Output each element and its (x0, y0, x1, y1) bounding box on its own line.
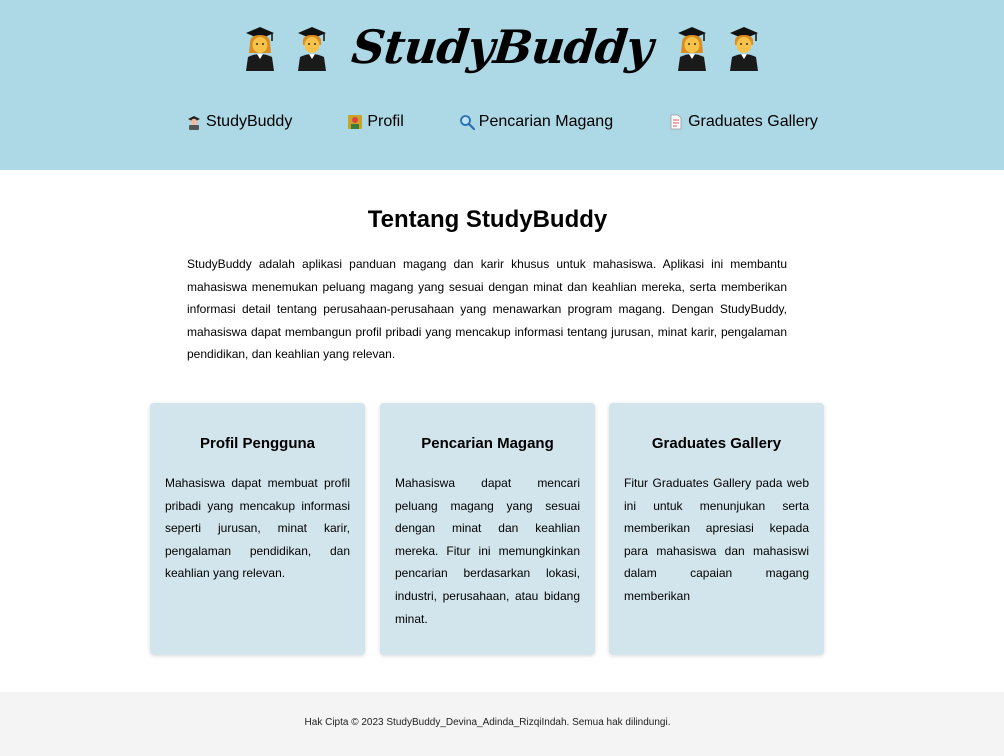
main-nav: StudyBuddy Profil Pencarian Magang Gradu… (0, 108, 1004, 136)
site-header: StudyBuddy StudyBuddy Profil Pencarian M… (0, 0, 1004, 170)
feature-card-pencarian-magang: Pencarian Magang Mahasiswa dapat mencari… (380, 403, 595, 655)
card-title: Pencarian Magang (421, 435, 554, 452)
intro-paragraph: StudyBuddy adalah aplikasi panduan magan… (187, 257, 787, 362)
graduate-icon (726, 23, 762, 71)
feature-card-graduates-gallery: Graduates Gallery Fitur Graduates Galler… (609, 403, 824, 655)
page-title: Tentang StudyBuddy (367, 206, 608, 233)
feature-card-profil-pengguna: Profil Pengguna Mahasiswa dapat membuat … (150, 403, 365, 655)
graduate-icon (294, 23, 330, 71)
nav-item-studybuddy[interactable]: StudyBuddy (186, 113, 292, 131)
nav-item-graduates-gallery[interactable]: Graduates Gallery (668, 113, 818, 131)
copyright-text: Hak Cipta © 2023 StudyBuddy_Devina_Adind… (304, 717, 671, 728)
logo-row: StudyBuddy (0, 12, 1004, 82)
logo-text: StudyBuddy (349, 20, 655, 74)
graduate-icon (242, 23, 278, 71)
card-title: Graduates Gallery (651, 435, 782, 452)
graduate-icon (186, 114, 202, 130)
nav-label: Profil (367, 113, 404, 130)
site-footer: Hak Cipta © 2023 StudyBuddy_Devina_Adind… (0, 692, 1004, 756)
document-icon (668, 114, 684, 130)
card-text: Mahasiswa dapat membuat profil pribadi y… (165, 476, 350, 581)
graduate-icon (674, 23, 710, 71)
magnifier-icon (459, 114, 475, 130)
nav-item-profil[interactable]: Profil (347, 113, 404, 131)
nav-label: StudyBuddy (206, 113, 293, 130)
nav-label: Graduates Gallery (688, 113, 818, 130)
feature-cards: Profil Pengguna Mahasiswa dapat membuat … (150, 403, 825, 655)
card-text: Mahasiswa dapat mencari peluang magang y… (395, 476, 580, 626)
nav-item-pencarian-magang[interactable]: Pencarian Magang (459, 113, 613, 131)
profile-card-icon (347, 114, 363, 130)
card-title: Profil Pengguna (199, 435, 315, 452)
nav-label: Pencarian Magang (478, 113, 614, 130)
card-text: Fitur Graduates Gallery pada web ini unt… (624, 476, 809, 603)
